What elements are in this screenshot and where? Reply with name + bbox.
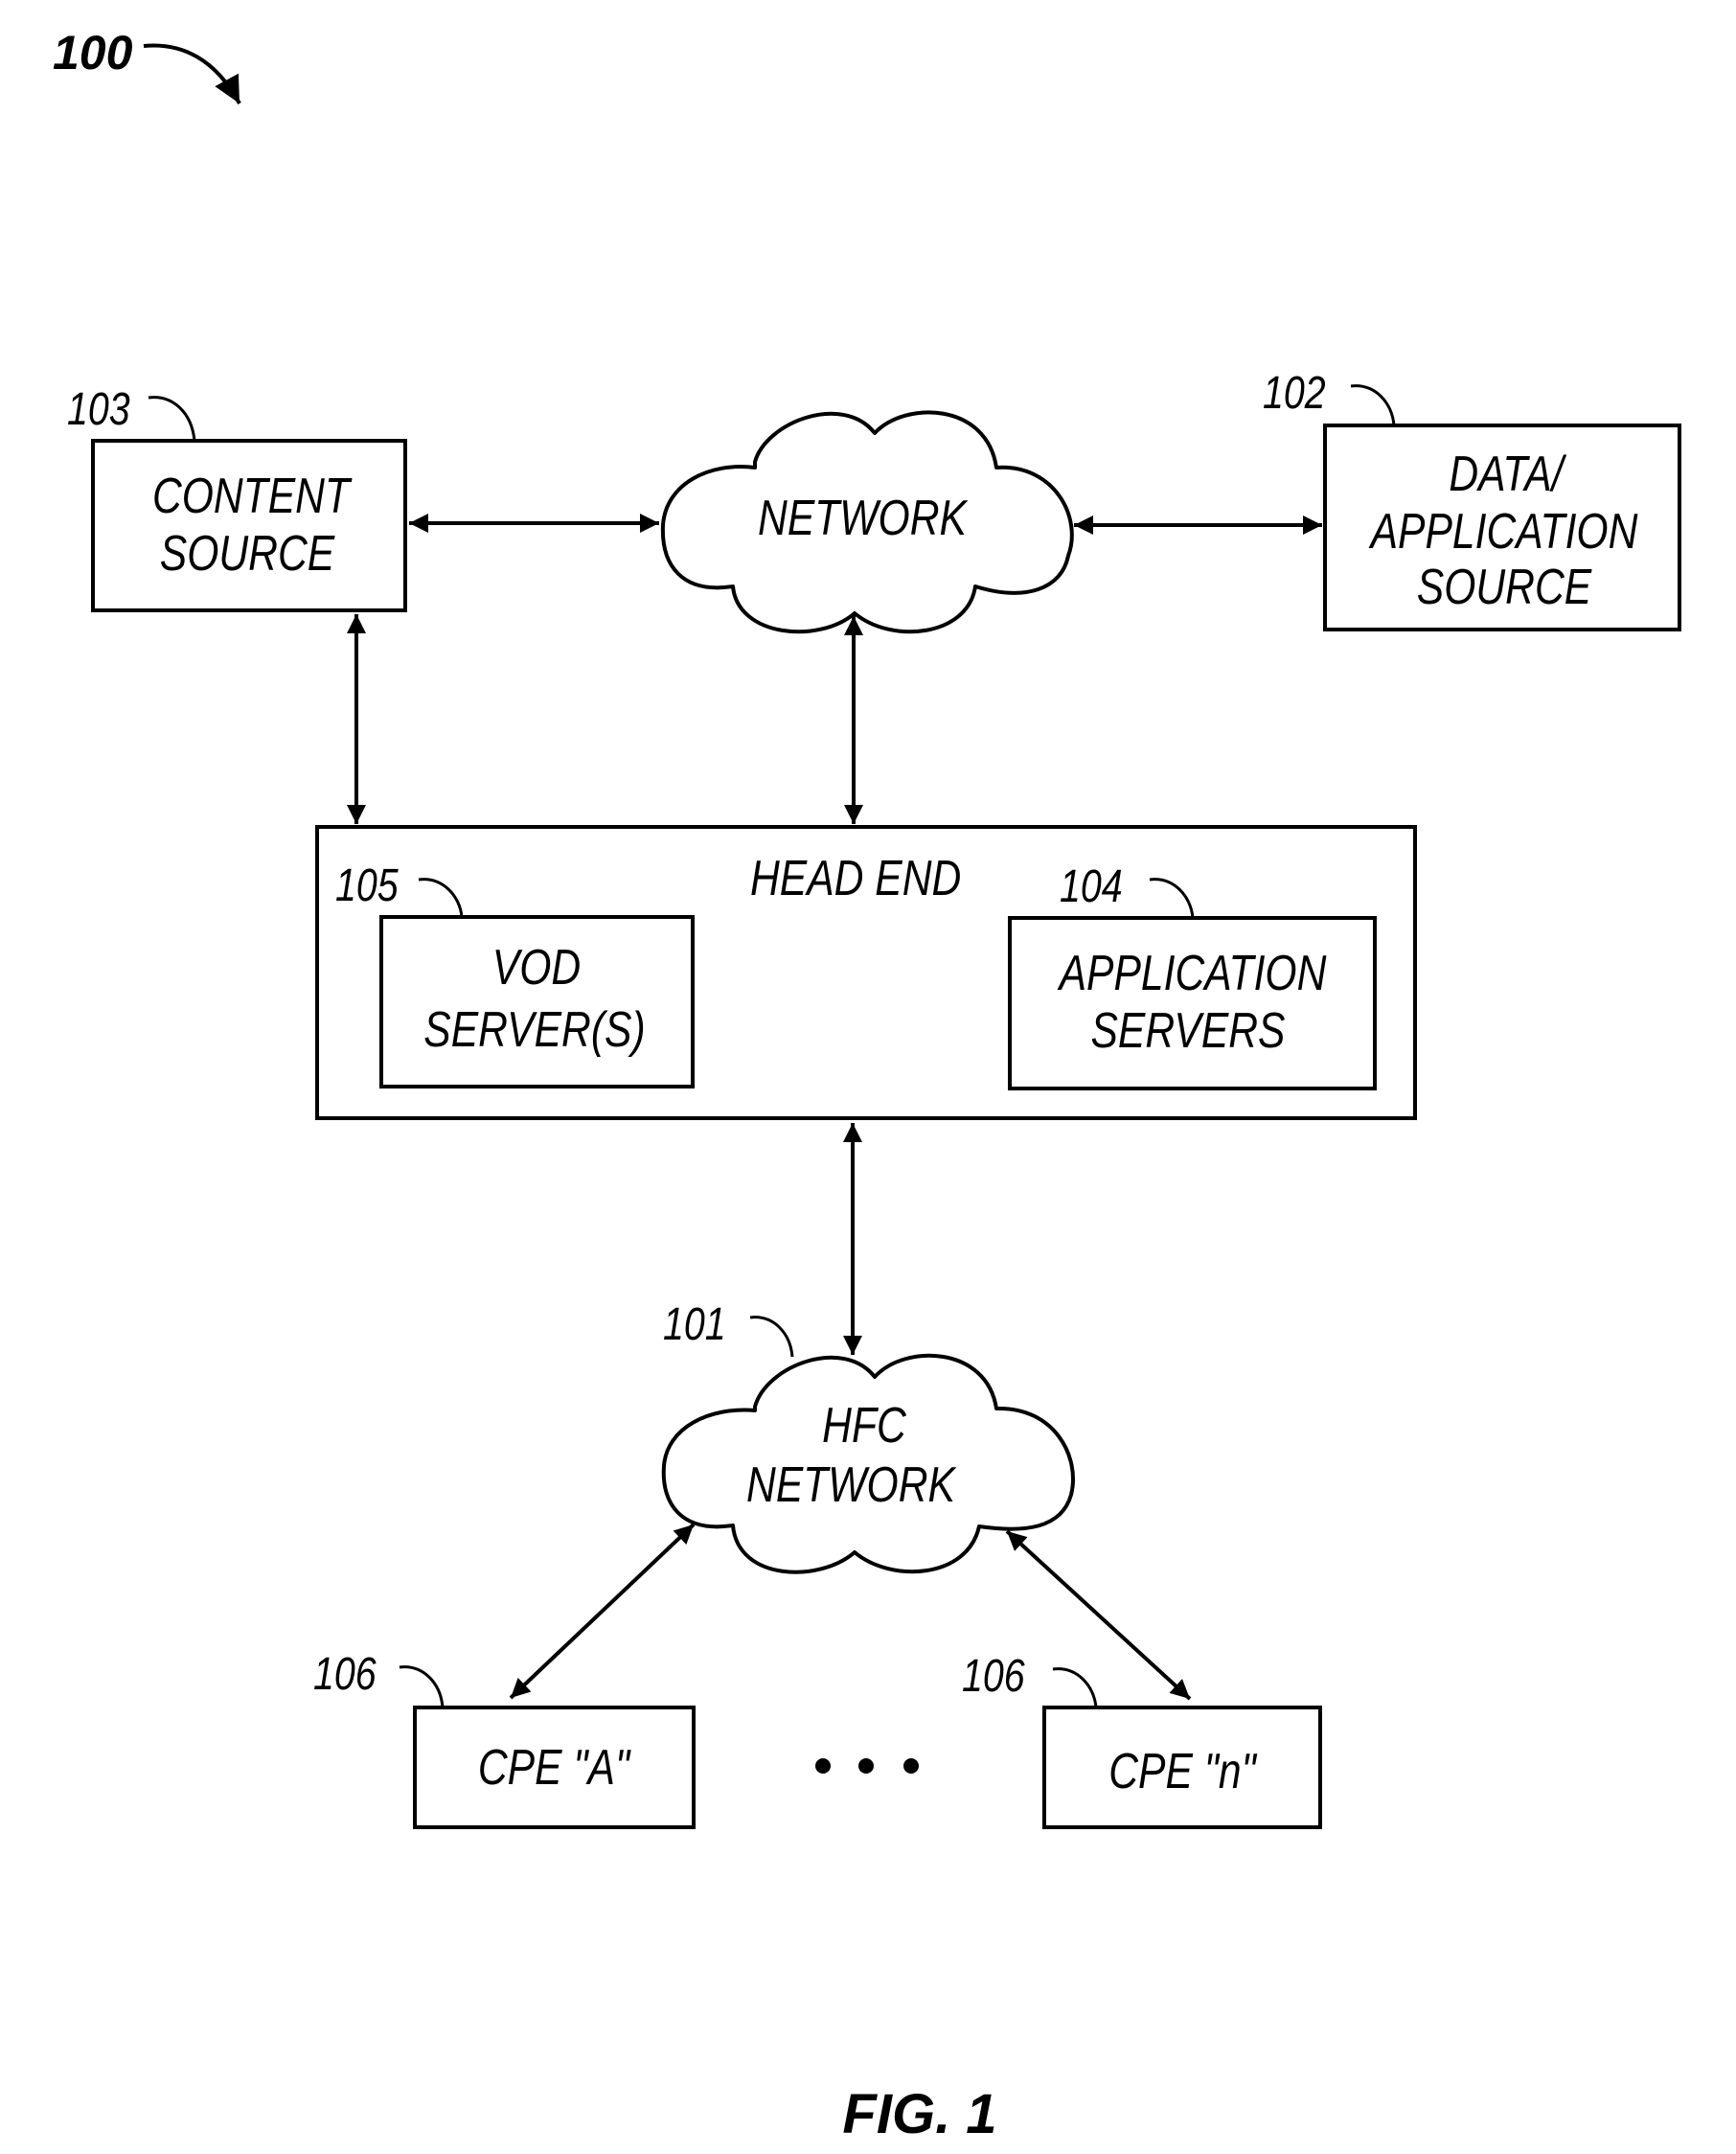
head-end-node[interactable]: HEAD END VOD SERVER(S) 105 APPLICATION S… bbox=[315, 825, 1417, 1120]
figure-caption: FIG. 1 bbox=[842, 2083, 996, 2145]
cpe-a-ref: 106 bbox=[313, 1648, 377, 1700]
ellipsis-dot bbox=[858, 1758, 874, 1774]
data-app-source-line-3: SOURCE bbox=[1417, 560, 1593, 615]
hfc-network-line-1: HFC bbox=[822, 1398, 906, 1454]
app-servers-line-1: APPLICATION bbox=[1057, 946, 1327, 1001]
ellipsis-dot bbox=[815, 1758, 831, 1774]
content-source-line-1: CONTENT bbox=[152, 469, 353, 524]
head-end-label: HEAD END bbox=[750, 851, 961, 906]
hfc-cpe-a-connector bbox=[509, 1523, 696, 1700]
data-app-source-line-1: DATA/ bbox=[1449, 447, 1567, 502]
hfc-network-ref: 101 bbox=[663, 1298, 726, 1350]
content-source-line-2: SOURCE bbox=[160, 526, 336, 582]
content-source-leader bbox=[148, 396, 196, 442]
figure-ref-arrow-icon bbox=[143, 43, 241, 104]
hfc-network-line-2: NETWORK bbox=[746, 1457, 957, 1513]
figure-reference: 100 bbox=[53, 26, 241, 104]
network-node[interactable]: NETWORK bbox=[660, 410, 1074, 634]
ellipsis-dot bbox=[903, 1758, 919, 1774]
app-servers-ref: 104 bbox=[1060, 860, 1123, 912]
cpe-n-label: CPE "n" bbox=[1108, 1744, 1257, 1799]
cpe-a-label: CPE "A" bbox=[478, 1740, 631, 1796]
vod-servers-line-2: SERVER(S) bbox=[423, 1002, 645, 1058]
vod-servers-line-1: VOD bbox=[492, 940, 581, 996]
figure-ref-number: 100 bbox=[53, 26, 133, 80]
cpe-n-leader bbox=[1052, 1667, 1098, 1708]
data-application-source-node[interactable]: DATA/ APPLICATION SOURCE 102 bbox=[1263, 367, 1681, 631]
cpe-a-node[interactable]: CPE "A" 106 bbox=[313, 1648, 696, 1829]
vod-servers-ref: 105 bbox=[335, 859, 399, 911]
ellipsis-more-cpes bbox=[815, 1758, 919, 1774]
content-source-ref: 103 bbox=[67, 383, 130, 435]
hfc-cpe-n-connector bbox=[1005, 1529, 1192, 1701]
data-app-source-leader bbox=[1350, 384, 1396, 426]
hfc-network-node[interactable]: HFC NETWORK 101 bbox=[661, 1298, 1075, 1574]
cpe-n-ref: 106 bbox=[962, 1650, 1025, 1702]
data-app-source-line-2: APPLICATION bbox=[1368, 504, 1638, 560]
cpe-a-leader bbox=[399, 1665, 445, 1708]
data-app-source-ref: 102 bbox=[1263, 367, 1326, 419]
hfc-network-leader bbox=[749, 1316, 794, 1358]
cpe-n-node[interactable]: CPE "n" 106 bbox=[962, 1650, 1322, 1829]
app-servers-line-2: SERVERS bbox=[1090, 1003, 1285, 1059]
diagram-canvas: 100 CONTENT SOURCE 103 NETWORK DATA/ APP… bbox=[53, 26, 1681, 2145]
content-source-node[interactable]: CONTENT SOURCE 103 bbox=[67, 383, 407, 612]
network-label: NETWORK bbox=[758, 491, 969, 546]
